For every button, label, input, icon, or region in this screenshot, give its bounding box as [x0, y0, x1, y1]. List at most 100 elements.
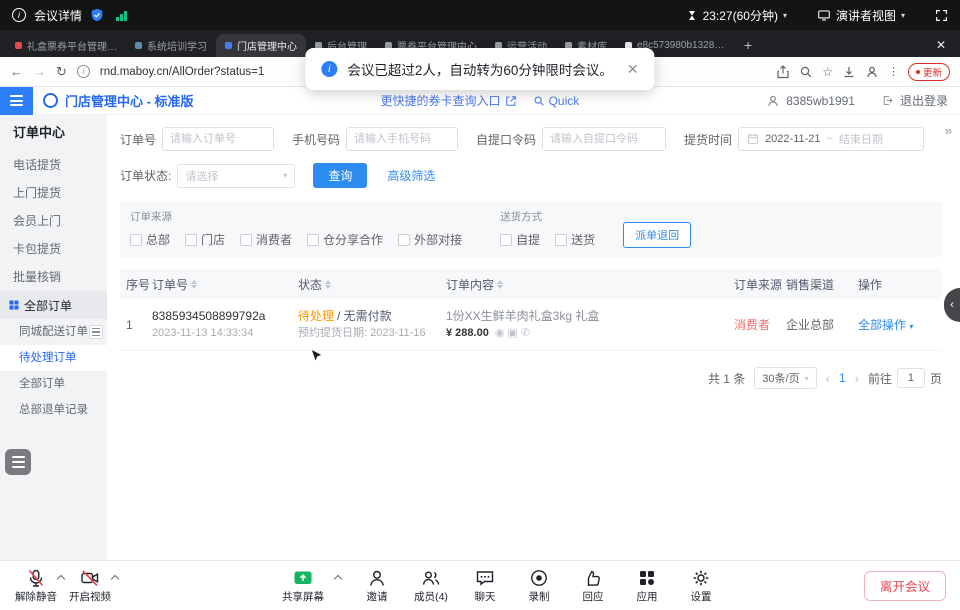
sidebar-sub-hq-returns[interactable]: 总部退单记录 [0, 397, 107, 423]
th-status[interactable]: 状态 [298, 276, 446, 293]
checkbox[interactable] [185, 234, 197, 246]
browser-menu-icon[interactable]: ⋮ [888, 65, 899, 78]
toast-close-icon[interactable]: ✕ [627, 61, 639, 78]
share-icon[interactable] [776, 65, 790, 79]
th-order-no[interactable]: 订单号 [152, 276, 298, 293]
sort-icon[interactable] [191, 280, 197, 289]
order-no-value[interactable]: 8385934508899792a [152, 309, 298, 323]
checkbox[interactable] [500, 234, 512, 246]
sidebar-group-all-orders[interactable]: 全部订单 [0, 291, 107, 319]
browser-update-button[interactable]: 更新 [908, 63, 950, 81]
username[interactable]: 8385wb1991 [786, 94, 855, 108]
logout-button[interactable]: 退出登录 [900, 92, 948, 109]
phone-input[interactable] [346, 127, 458, 151]
start-video-button[interactable]: 开启视频 [68, 567, 112, 604]
meeting-details-label[interactable]: 会议详情 [34, 7, 82, 24]
refresh-icon[interactable]: ↻ [56, 65, 67, 78]
checkbox-label: 总部 [146, 231, 170, 248]
sort-icon[interactable] [325, 280, 331, 289]
checkbox-hq[interactable]: 总部 [130, 231, 170, 248]
th-content[interactable]: 订单内容 [446, 276, 734, 293]
chat-button[interactable]: 聊天 [463, 567, 507, 604]
zoom-icon[interactable] [799, 65, 813, 79]
checkbox-delivery[interactable]: 送货 [555, 231, 595, 248]
forward-icon[interactable]: → [33, 65, 46, 78]
checkbox-label: 外部对接 [414, 231, 462, 248]
pickup-code-input[interactable] [542, 127, 666, 151]
browser-tab-active[interactable]: 门店管理中心 [216, 34, 306, 57]
site-info-icon[interactable]: i [77, 65, 90, 78]
settings-label: 设置 [691, 589, 712, 604]
order-price: ¥ 288.00 [446, 327, 489, 339]
video-options-chevron[interactable] [111, 574, 119, 582]
checkbox[interactable] [307, 234, 319, 246]
prev-page-icon[interactable]: ‹ [826, 371, 830, 386]
meeting-info-icon[interactable]: i [12, 8, 26, 22]
meeting-float-list-icon[interactable] [5, 449, 31, 475]
members-button[interactable]: 成员(4) [409, 567, 453, 604]
shield-check-icon[interactable] [90, 8, 104, 22]
settings-button[interactable]: 设置 [679, 567, 723, 604]
quick-search[interactable]: Quick [533, 94, 580, 108]
sidebar-item-batch-verify[interactable]: 批量核销 [0, 263, 107, 291]
order-no-input[interactable] [162, 127, 274, 151]
checkbox-consumer[interactable]: 消费者 [240, 231, 292, 248]
bookmark-star-icon[interactable]: ☆ [822, 65, 833, 79]
window-close-button[interactable]: ✕ [928, 38, 954, 52]
back-icon[interactable]: ← [10, 65, 23, 78]
unmute-button[interactable]: 解除静音 [14, 567, 58, 604]
checkbox[interactable] [240, 234, 252, 246]
checkbox-warehouse-coop[interactable]: 仓分享合作 [307, 231, 383, 248]
cell-source: 消费者 [734, 316, 786, 333]
checkbox-store[interactable]: 门店 [185, 231, 225, 248]
order-status-select[interactable]: 请选择 ▾ [177, 164, 295, 188]
chat-bubble-icon [475, 567, 495, 588]
goto-page: 前往 页 [868, 368, 942, 388]
apps-button[interactable]: 应用 [625, 567, 669, 604]
reactions-button[interactable]: 回应 [571, 567, 615, 604]
view-mode-selector[interactable]: 演讲者视图 ▾ [817, 7, 905, 24]
mic-options-chevron[interactable] [57, 574, 65, 582]
sidebar-sub-all-orders[interactable]: 全部订单 [0, 371, 107, 397]
new-tab-button[interactable]: + [736, 37, 760, 53]
table-row[interactable]: 1 8385934508899792a 2023-11-13 14:33:34 … [120, 299, 942, 351]
checkbox[interactable] [130, 234, 142, 246]
leave-meeting-button[interactable]: 离开会议 [864, 571, 946, 601]
next-page-icon[interactable]: › [855, 371, 859, 386]
current-page[interactable]: 1 [839, 371, 846, 385]
row-action-dropdown[interactable]: 全部操作 ▾ [858, 318, 913, 332]
checkbox-self-pickup[interactable]: 自提 [500, 231, 540, 248]
sidebar-item-card-pickup[interactable]: 卡包提货 [0, 235, 107, 263]
checkbox[interactable] [555, 234, 567, 246]
meeting-timer[interactable]: 23:27(60分钟) ▾ [686, 7, 787, 24]
page-size-select[interactable]: 30条/页▾ [754, 367, 816, 389]
record-button[interactable]: 录制 [517, 567, 561, 604]
checkbox-external[interactable]: 外部对接 [398, 231, 462, 248]
sort-icon[interactable] [497, 280, 503, 289]
share-screen-button[interactable]: 共享屏幕 [281, 567, 325, 604]
collapse-panel-icon[interactable]: » [945, 123, 952, 138]
sidebar-item-door-pickup[interactable]: 上门提货 [0, 179, 107, 207]
checkbox[interactable] [398, 234, 410, 246]
invite-button[interactable]: 邀请 [355, 567, 399, 604]
hamburger-menu-icon[interactable] [0, 87, 33, 115]
sidebar-item-phone-pickup[interactable]: 电话提货 [0, 151, 107, 179]
fullscreen-icon[interactable] [935, 9, 948, 22]
download-icon[interactable] [842, 65, 856, 79]
date-range-picker[interactable]: 2022-11-21 ~ 结束日期 [738, 127, 924, 151]
goto-page-input[interactable] [897, 368, 925, 388]
search-button[interactable]: 查询 [313, 163, 367, 188]
sidebar-sub-city-delivery[interactable]: 同城配送订单 [0, 319, 107, 345]
sidebar-item-member-visit[interactable]: 会员上门 [0, 207, 107, 235]
browser-tab[interactable]: 系统培训学习 [126, 34, 216, 57]
share-options-chevron[interactable] [334, 574, 342, 582]
browser-tab[interactable]: 礼盒票券平台管理中心 [6, 34, 126, 57]
quick-entry-link[interactable]: 更快捷的券卡查询入口 [381, 92, 517, 109]
sidebar-sub-pending-orders[interactable]: 待处理订单 [0, 345, 107, 371]
cell-index: 1 [120, 318, 152, 332]
dispatch-return-button[interactable]: 派单退回 [623, 222, 691, 248]
profile-icon[interactable] [865, 65, 879, 79]
network-signal-icon[interactable] [116, 10, 127, 21]
list-toggle-icon[interactable] [89, 325, 103, 339]
advanced-filter-link[interactable]: 高级筛选 [387, 167, 435, 184]
